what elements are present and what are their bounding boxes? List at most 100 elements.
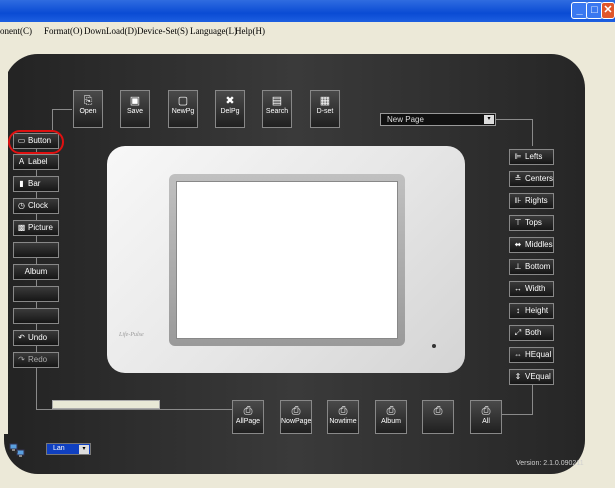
nowtime-label: Nowtime — [329, 418, 357, 425]
same-height-label: Height — [525, 306, 549, 315]
version-text: Version: 2.1.0.090211 — [516, 460, 584, 467]
connector-line-top-left — [52, 109, 72, 110]
width-icon: ↔ — [514, 284, 522, 293]
page-select[interactable]: New Page ▾ — [380, 113, 496, 126]
vertical-equal-label: VEqual — [525, 372, 551, 381]
connection-value: Lan — [53, 445, 65, 452]
download-icon: ⎙ — [433, 405, 443, 417]
connector-line-right-v — [532, 119, 533, 146]
connector-line-bottom-right — [502, 414, 533, 415]
undo-button[interactable]: ↶ Undo — [13, 330, 59, 346]
title-bar: _ □ ✕ — [0, 0, 615, 22]
connector-line-bottom-left — [36, 409, 232, 410]
close-button[interactable]: ✕ — [601, 2, 615, 19]
align-centers-button[interactable]: ≛ Centers — [509, 171, 554, 187]
connector-line-right-bottom — [532, 385, 533, 415]
design-canvas[interactable] — [176, 181, 398, 339]
save-label: Save — [127, 108, 143, 115]
new-page-label: NewPg — [171, 108, 195, 115]
align-rights-button[interactable]: ⊪ Rights — [509, 193, 554, 209]
nowpage-label: NowPage — [281, 418, 312, 425]
clock-icon: ◷ — [18, 201, 25, 210]
download-nowtime-button[interactable]: ⎙ Nowtime — [327, 400, 359, 434]
horizontal-equal-button[interactable]: ⇔ HEqual — [509, 347, 554, 363]
download-icon: ⎙ — [243, 405, 253, 417]
download-empty-button[interactable]: ⎙ — [422, 400, 454, 434]
download-icon: ⎙ — [386, 405, 396, 417]
picture-tool[interactable]: ▩ Picture — [13, 220, 59, 236]
align-middles-button[interactable]: ⬌ Middles — [509, 237, 554, 253]
clock-tool-label: Clock — [28, 201, 49, 210]
network-icon — [9, 443, 25, 457]
download-allpage-button[interactable]: ⎙ AllPage — [232, 400, 264, 434]
download-icon: ⎙ — [481, 405, 491, 417]
screen-frame — [169, 174, 405, 346]
same-both-label: Both — [525, 328, 542, 337]
align-centers-label: Centers — [525, 174, 554, 183]
bar-tool-label: Bar — [28, 179, 41, 188]
search-button[interactable]: ▤ Search — [262, 90, 292, 128]
album-tool[interactable]: Album — [13, 264, 59, 280]
empty-tool-1[interactable] — [13, 242, 59, 258]
redo-icon: ↷ — [18, 355, 25, 364]
empty-tool-3[interactable] — [13, 308, 59, 324]
label-tool-label: Label — [28, 157, 48, 166]
align-rights-label: Rights — [525, 196, 548, 205]
menu-format[interactable]: Format(O) — [44, 26, 83, 36]
device-set-button[interactable]: ▦ D-set — [310, 90, 340, 128]
clock-tool[interactable]: ◷ Clock — [13, 198, 59, 214]
align-right-icon: ⊪ — [514, 196, 522, 205]
device-set-label: D-set — [316, 108, 334, 115]
device-preview: Life-Pulse — [107, 146, 465, 373]
align-lefts-button[interactable]: ⊫ Lefts — [509, 149, 554, 165]
delete-page-button[interactable]: ✖ DelPg — [215, 90, 245, 128]
album-tool-label: Album — [24, 267, 48, 276]
label-icon: A — [18, 157, 25, 166]
empty-tool-2[interactable] — [13, 286, 59, 302]
download-album-button[interactable]: ⎙ Album — [375, 400, 407, 434]
align-lefts-label: Lefts — [525, 152, 543, 161]
align-center-icon: ≛ — [514, 174, 522, 183]
menu-language[interactable]: Language(L) — [190, 26, 237, 36]
device-set-icon: ▦ — [319, 95, 331, 107]
new-page-button[interactable]: ▢ NewPg — [168, 90, 198, 128]
download-icon: ⎙ — [291, 405, 301, 417]
align-tops-button[interactable]: ⊤ Tops — [509, 215, 554, 231]
bar-tool[interactable]: ▮ Bar — [13, 176, 59, 192]
align-tops-label: Tops — [525, 218, 542, 227]
download-icon: ⎙ — [338, 405, 348, 417]
align-bottom-button[interactable]: ⊥ Bottom — [509, 259, 554, 275]
horizontal-equal-icon: ⇔ — [514, 350, 522, 359]
undo-label: Undo — [28, 333, 48, 342]
label-tool[interactable]: A Label — [13, 154, 59, 170]
picture-icon: ▩ — [17, 223, 26, 232]
align-middles-label: Middles — [525, 240, 553, 249]
connection-select[interactable]: Lan ▾ — [46, 443, 91, 455]
align-bottom-label: Bottom — [525, 262, 551, 271]
save-button[interactable]: ▣ Save — [120, 90, 150, 128]
open-button[interactable]: ⎘ Open — [73, 90, 103, 128]
highlight-ring — [8, 130, 64, 154]
same-width-button[interactable]: ↔ Width — [509, 281, 554, 297]
menu-download[interactable]: DownLoad(D) — [84, 26, 137, 36]
menu-device-set[interactable]: Device-Set(S) — [137, 26, 188, 36]
save-icon: ▣ — [129, 95, 141, 107]
chevron-down-icon[interactable]: ▾ — [79, 445, 89, 454]
horizontal-equal-label: HEqual — [525, 350, 552, 359]
search-label: Search — [265, 108, 289, 115]
download-all-button[interactable]: ⎙ All — [470, 400, 502, 434]
menu-component[interactable]: onent(C) — [0, 26, 32, 36]
same-height-button[interactable]: ↕ Height — [509, 303, 554, 319]
vertical-equal-button[interactable]: ⇕ VEqual — [509, 369, 554, 385]
redo-button[interactable]: ↷ Redo — [13, 352, 59, 368]
panel-left-gap — [0, 44, 8, 434]
same-both-button[interactable]: ⤢ Both — [509, 325, 554, 341]
menu-help[interactable]: Help(H) — [235, 26, 265, 36]
connector-line-top-right — [496, 119, 532, 120]
download-nowpage-button[interactable]: ⎙ NowPage — [280, 400, 312, 434]
align-middle-icon: ⬌ — [514, 240, 522, 249]
delete-icon: ✖ — [225, 95, 235, 107]
chevron-down-icon[interactable]: ▾ — [484, 115, 494, 124]
picture-tool-label: Picture — [28, 223, 53, 232]
menu-bar: onent(C) Format(O) DownLoad(D) Device-Se… — [0, 22, 615, 40]
